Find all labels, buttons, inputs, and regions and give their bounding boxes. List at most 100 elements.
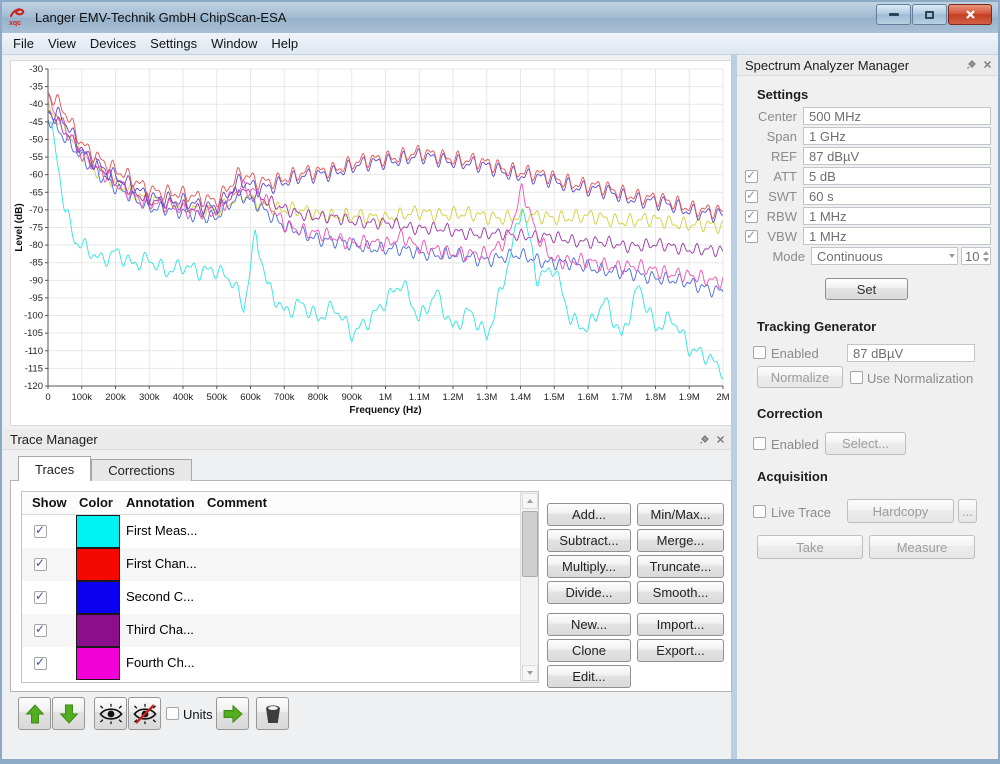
swt-checkbox[interactable] — [745, 190, 758, 203]
scroll-up-button[interactable] — [522, 493, 538, 509]
menu-view[interactable]: View — [41, 34, 83, 53]
titlebar[interactable]: xqc Langer EMV-Technik GmbH ChipScan-ESA — [2, 2, 998, 33]
clone-button[interactable]: Clone — [547, 639, 631, 662]
spectrum-chart[interactable]: 0100k200k300k400k500k600k700k800k900k1M1… — [11, 61, 730, 423]
spinner-down-icon[interactable] — [983, 258, 989, 262]
settings-row-vbw: VBW — [745, 227, 991, 245]
subtract-button[interactable]: Subtract... — [547, 529, 631, 552]
apply-button[interactable] — [216, 697, 249, 730]
show-checkbox[interactable] — [34, 558, 47, 571]
use-normalization-checkbox[interactable] — [850, 371, 863, 384]
color-swatch[interactable] — [76, 515, 120, 548]
correction-enabled-checkbox[interactable] — [753, 437, 766, 450]
select-button[interactable]: Select... — [825, 432, 906, 455]
move-up-button[interactable] — [18, 697, 51, 730]
att-input[interactable] — [803, 167, 991, 185]
color-swatch[interactable] — [76, 581, 120, 614]
column-comment[interactable]: Comment — [207, 495, 267, 510]
ref-input[interactable] — [803, 147, 991, 165]
settings-row-swt: SWT — [745, 187, 991, 205]
menu-file[interactable]: File — [6, 34, 41, 53]
trace-manager-header[interactable]: Trace Manager — [2, 429, 731, 450]
color-swatch[interactable] — [76, 614, 120, 647]
svg-text:900k: 900k — [341, 392, 362, 403]
vbw-input[interactable] — [803, 227, 991, 245]
mode-dropdown[interactable]: Continuous — [811, 247, 958, 265]
table-row[interactable]: Third Cha... — [22, 614, 538, 647]
mode-count-spinner[interactable]: 10 — [961, 247, 991, 265]
mode-value: Continuous — [812, 249, 946, 264]
show-checkbox[interactable] — [34, 624, 47, 637]
tab-corrections[interactable]: Corrections — [91, 459, 191, 481]
import-button[interactable]: Import... — [637, 613, 724, 636]
new-button[interactable]: New... — [547, 613, 631, 636]
table-row[interactable]: Fourth Ch... — [22, 647, 538, 680]
rbw-checkbox[interactable] — [745, 210, 758, 223]
measure-button[interactable]: Measure — [869, 535, 975, 559]
svg-text:300k: 300k — [139, 392, 160, 403]
min-max-button[interactable]: Min/Max... — [637, 503, 724, 526]
maximize-button[interactable] — [912, 4, 947, 25]
hardcopy-button[interactable]: Hardcopy — [847, 499, 954, 523]
correction-heading: Correction — [757, 406, 823, 421]
smooth-button[interactable]: Smooth... — [637, 581, 724, 604]
edit-button[interactable]: Edit... — [547, 665, 631, 688]
swt-input[interactable] — [803, 187, 991, 205]
spectrum-analyzer-header[interactable]: Spectrum Analyzer Manager — [737, 55, 998, 76]
table-row[interactable]: First Chan... — [22, 548, 538, 581]
svg-text:-120: -120 — [24, 381, 43, 392]
color-swatch[interactable] — [76, 647, 120, 680]
units-label: Units — [183, 707, 213, 722]
show-checkbox[interactable] — [34, 657, 47, 670]
close-button[interactable] — [948, 4, 992, 25]
tracking-enabled-checkbox[interactable] — [753, 346, 766, 359]
hardcopy-more-button[interactable]: ... — [958, 499, 977, 523]
take-button[interactable]: Take — [757, 535, 863, 559]
table-row[interactable]: First Meas... — [22, 515, 538, 548]
menu-devices[interactable]: Devices — [83, 34, 143, 53]
units-checkbox[interactable] — [166, 707, 179, 720]
table-scrollbar[interactable] — [520, 492, 538, 682]
span-input[interactable] — [803, 127, 991, 145]
att-checkbox[interactable] — [745, 170, 758, 183]
tab-traces[interactable]: Traces — [18, 456, 91, 481]
pin-icon[interactable] — [967, 60, 976, 69]
att-label: ATT — [759, 169, 797, 184]
pin-icon[interactable] — [700, 435, 709, 444]
tracking-level-input[interactable] — [847, 344, 975, 362]
spinner-up-icon[interactable] — [983, 251, 989, 255]
table-row[interactable]: Second C... — [22, 581, 538, 614]
menu-window[interactable]: Window — [204, 34, 264, 53]
set-button[interactable]: Set — [825, 278, 908, 300]
delete-trace-button[interactable] — [256, 697, 289, 730]
panel-title: Trace Manager — [10, 432, 98, 447]
show-trace-button[interactable] — [94, 697, 127, 730]
hide-trace-button[interactable] — [128, 697, 161, 730]
move-down-button[interactable] — [52, 697, 85, 730]
export-button[interactable]: Export... — [637, 639, 724, 662]
live-trace-checkbox[interactable] — [753, 505, 766, 518]
rbw-input[interactable] — [803, 207, 991, 225]
scrollbar-thumb[interactable] — [522, 511, 538, 577]
vbw-checkbox[interactable] — [745, 230, 758, 243]
menu-help[interactable]: Help — [264, 34, 305, 53]
divide-button[interactable]: Divide... — [547, 581, 631, 604]
normalize-button[interactable]: Normalize — [757, 366, 843, 388]
multiply-button[interactable]: Multiply... — [547, 555, 631, 578]
column-show[interactable]: Show — [32, 495, 67, 510]
center-input[interactable] — [803, 107, 991, 125]
minimize-button[interactable] — [876, 4, 911, 25]
menu-settings[interactable]: Settings — [143, 34, 204, 53]
panel-close-icon[interactable] — [716, 435, 725, 444]
add-button[interactable]: Add... — [547, 503, 631, 526]
svg-text:1.2M: 1.2M — [442, 392, 463, 403]
column-annotation[interactable]: Annotation — [126, 495, 195, 510]
show-checkbox[interactable] — [34, 591, 47, 604]
merge-button[interactable]: Merge... — [637, 529, 724, 552]
show-checkbox[interactable] — [34, 525, 47, 538]
truncate-button[interactable]: Truncate... — [637, 555, 724, 578]
column-color[interactable]: Color — [79, 495, 113, 510]
scroll-down-button[interactable] — [522, 665, 538, 681]
color-swatch[interactable] — [76, 548, 120, 581]
panel-close-icon[interactable] — [983, 60, 992, 69]
